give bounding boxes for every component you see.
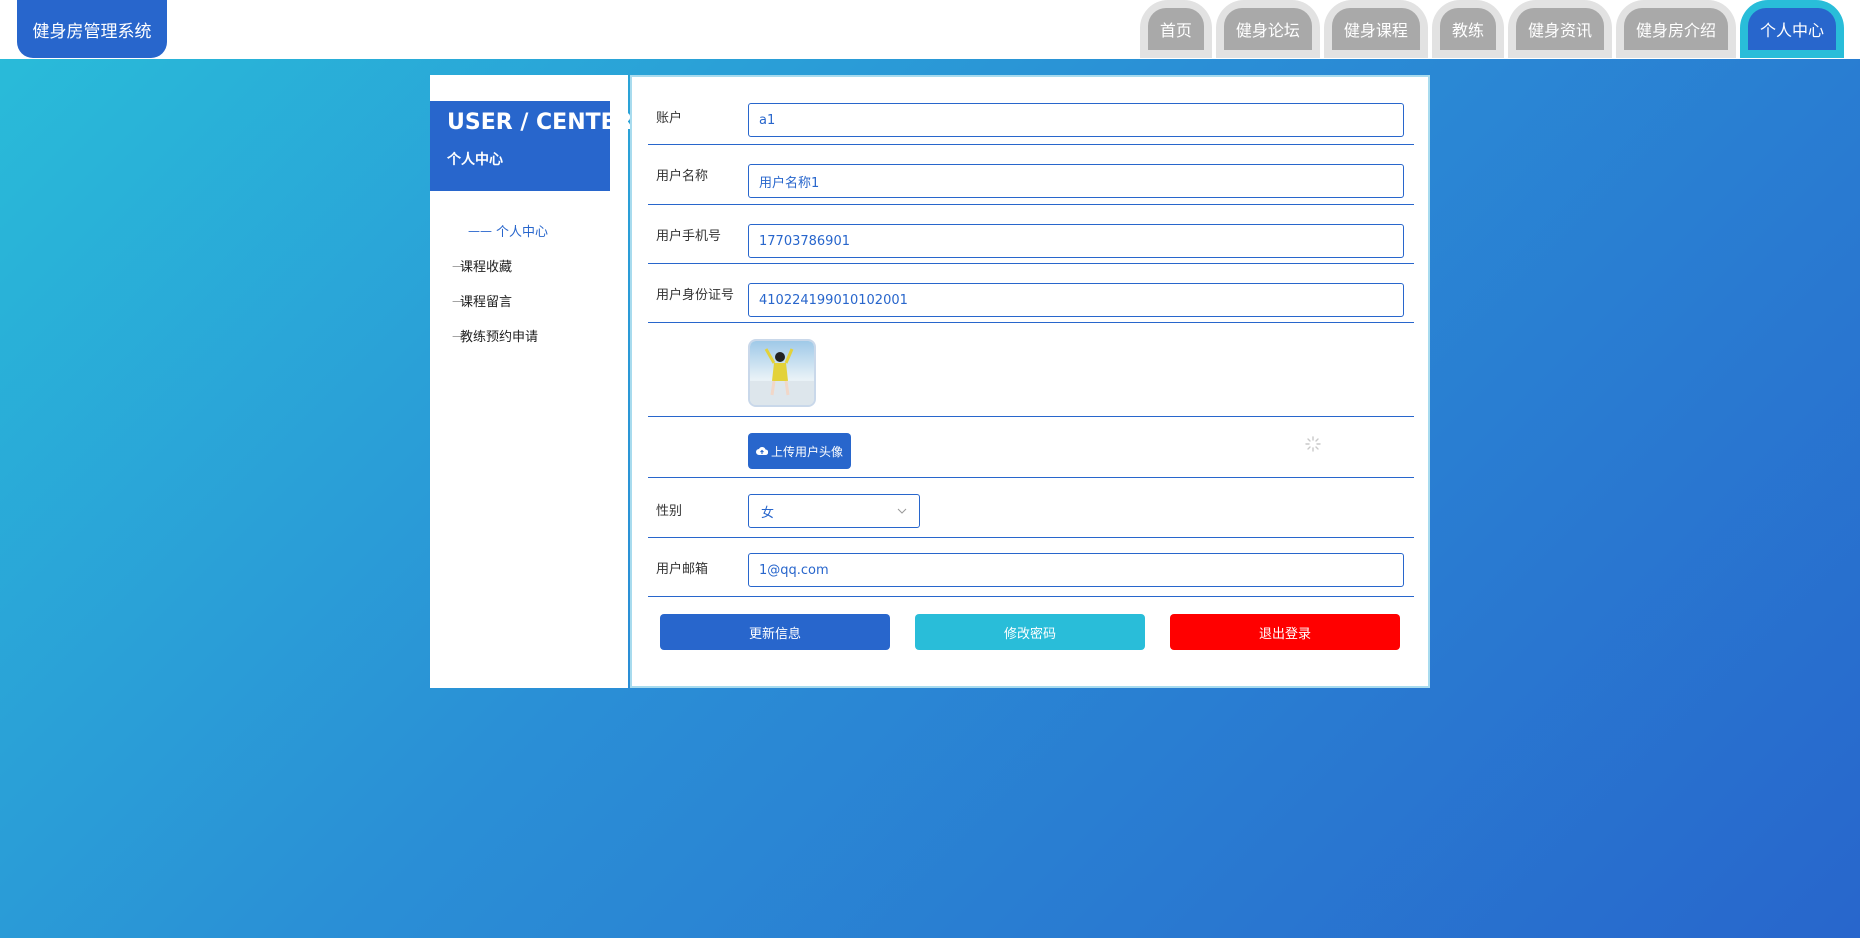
chevron-down-icon — [897, 508, 907, 514]
logout-button[interactable]: 退出登录 — [1170, 614, 1400, 650]
phone-label: 用户手机号 — [656, 229, 722, 244]
brand-title[interactable]: 健身房管理系统 — [17, 0, 167, 58]
nav-item-home[interactable]: 首页 — [1139, 0, 1212, 58]
form-row-email: 用户邮箱 — [648, 538, 1414, 597]
form-row-username: 用户名称 — [648, 145, 1414, 205]
gender-label: 性别 — [656, 504, 683, 519]
form-row-phone: 用户手机号 — [648, 205, 1414, 264]
account-label: 账户 — [656, 111, 683, 126]
sidebar-item-coach-booking[interactable]: — 教练预约申请 — [430, 318, 628, 353]
sidebar-item-label: 教练预约申请 — [460, 330, 539, 345]
update-info-button[interactable]: 更新信息 — [660, 614, 890, 650]
username-label: 用户名称 — [656, 169, 709, 184]
loading-spinner-icon — [1305, 436, 1321, 452]
nav-item-news[interactable]: 健身资讯 — [1507, 0, 1612, 58]
cloud-upload-icon — [756, 447, 768, 455]
main-nav: 首页 健身论坛 健身课程 教练 健身资讯 健身房介绍 个人中心 — [1139, 0, 1844, 58]
dash-icon: — — [452, 258, 464, 273]
email-input[interactable] — [748, 553, 1404, 587]
sidebar-title-zh: 个人中心 — [447, 152, 503, 168]
sidebar-title-en: USER / CENTER — [447, 110, 633, 135]
username-input[interactable] — [748, 164, 1404, 198]
email-label: 用户邮箱 — [656, 562, 709, 577]
sidebar-menu: —— 个人中心 — 课程收藏 — 课程留言 — 教练预约申请 — [430, 213, 628, 353]
user-avatar — [748, 339, 816, 407]
phone-input[interactable] — [748, 224, 1404, 258]
nav-item-user-center[interactable]: 个人中心 — [1739, 0, 1844, 58]
form-row-account: 账户 — [648, 77, 1414, 145]
nav-label: 教练 — [1439, 8, 1496, 50]
idcard-input[interactable] — [748, 283, 1404, 317]
nav-item-gym-intro[interactable]: 健身房介绍 — [1615, 0, 1736, 58]
form-row-idcard: 用户身份证号 — [648, 264, 1414, 323]
nav-label: 健身房介绍 — [1623, 8, 1728, 50]
nav-item-coach[interactable]: 教练 — [1431, 0, 1504, 58]
upload-avatar-button[interactable]: 上传用户头像 — [748, 433, 852, 469]
sidebar: USER / CENTER 个人中心 —— 个人中心 — 课程收藏 — 课程留言… — [430, 75, 633, 688]
nav-label: 首页 — [1147, 8, 1204, 50]
sidebar-item-user-center[interactable]: —— 个人中心 — [430, 213, 628, 248]
gender-select[interactable]: 女 — [748, 494, 920, 528]
gender-select-value: 女 — [761, 505, 775, 521]
sidebar-header: USER / CENTER 个人中心 — [430, 101, 633, 191]
sidebar-item-label: 个人中心 — [496, 225, 549, 240]
nav-label: 个人中心 — [1747, 8, 1836, 50]
nav-label: 健身课程 — [1331, 8, 1420, 50]
nav-item-courses[interactable]: 健身课程 — [1323, 0, 1428, 58]
dash-icon: — — [452, 293, 464, 308]
dash-icon: — — [452, 328, 464, 343]
change-password-button[interactable]: 修改密码 — [915, 614, 1145, 650]
sidebar-item-course-comments[interactable]: — 课程留言 — [430, 283, 628, 318]
sidebar-item-label: 课程收藏 — [460, 260, 513, 275]
upload-button-label: 上传用户头像 — [771, 444, 844, 459]
sidebar-item-label: 课程留言 — [460, 295, 513, 310]
dash-icon: —— — [468, 223, 492, 238]
nav-label: 健身论坛 — [1223, 8, 1312, 50]
form-row-upload: 上传用户头像 — [648, 417, 1414, 478]
user-form-panel: 账户 用户名称 用户手机号 用户身份证号 — [630, 75, 1430, 688]
form-row-avatar — [648, 323, 1414, 417]
avatar-image — [750, 341, 814, 405]
form-row-gender: 性别 女 — [648, 478, 1414, 538]
account-input[interactable] — [748, 103, 1404, 137]
nav-item-forum[interactable]: 健身论坛 — [1215, 0, 1320, 58]
idcard-label: 用户身份证号 — [656, 288, 735, 303]
nav-label: 健身资讯 — [1515, 8, 1604, 50]
top-bar: 健身房管理系统 首页 健身论坛 健身课程 教练 健身资讯 健身房介绍 个人中心 — [0, 0, 1860, 59]
sidebar-item-course-favorites[interactable]: — 课程收藏 — [430, 248, 628, 283]
